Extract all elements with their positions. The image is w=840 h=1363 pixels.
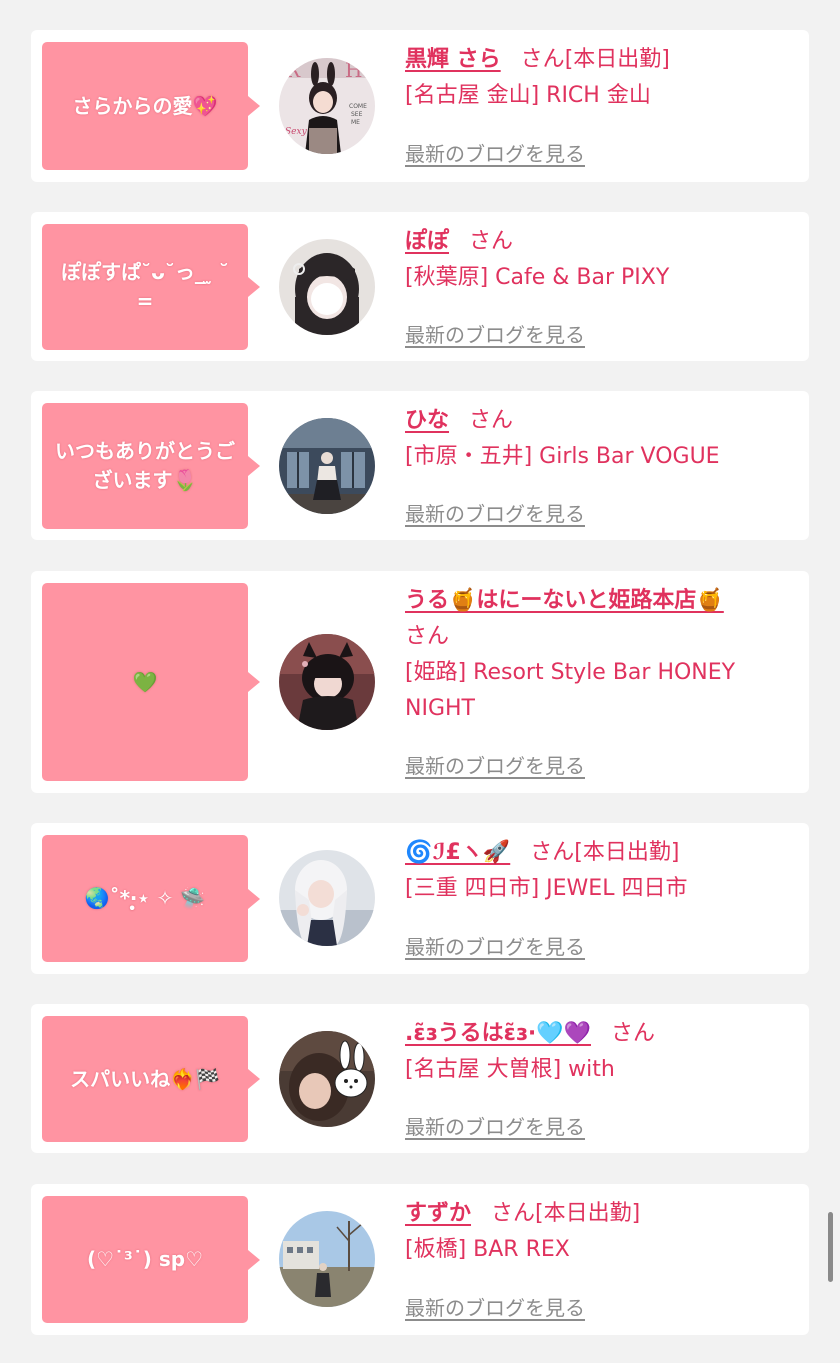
- attendance-status: [本日出勤]: [564, 47, 670, 72]
- latest-blog-link[interactable]: 最新のブログを見る: [405, 750, 585, 779]
- honorific: さん: [530, 840, 575, 865]
- message-text: 🌏˚*‧̩̥⋆ ✧ 🛸: [84, 886, 206, 910]
- message-bubble: ぽぽすぱ˘ᴗ˘っ_ ̫ ˘ =: [42, 224, 260, 350]
- cast-info: 黒輝 さら さん[本日出勤] [名古屋 金山] RICH 金山: [405, 42, 795, 114]
- cast-name-link[interactable]: ひな: [405, 408, 449, 433]
- cast-info: うる🍯はにーないと姫路本店🍯 さん [姫路] Resort Style Bar H…: [405, 583, 795, 727]
- svg-text:R: R: [285, 58, 301, 82]
- avatar[interactable]: [279, 418, 375, 514]
- shop-name: [秋葉原] Cafe & Bar PIXY: [405, 265, 670, 290]
- avatar[interactable]: [279, 1211, 375, 1307]
- message-text: さらからの愛💖: [72, 93, 218, 118]
- list-item: ぽぽすぱ˘ᴗ˘っ_ ̫ ˘ = ぽぽ さん [秋葉原] Cafe & Bar PI…: [31, 212, 809, 361]
- honorific: さん: [469, 408, 514, 433]
- scrollbar[interactable]: [828, 1212, 833, 1282]
- message-bubble: 💚: [42, 583, 260, 781]
- cast-name-link[interactable]: うる🍯はにーないと姫路本店🍯: [405, 588, 724, 613]
- avatar[interactable]: [279, 1031, 375, 1127]
- name-line: ひな さん: [405, 403, 795, 439]
- latest-blog-link[interactable]: 最新のブログを見る: [405, 1292, 585, 1321]
- name-line: 🌀ℐ£ヽ🚀 さん[本日出勤]: [405, 835, 795, 871]
- message-text: (♡˙³˙) sp♡: [86, 1247, 204, 1271]
- attendance-status: [本日出勤]: [574, 840, 680, 865]
- cast-name-link[interactable]: .ɛ̃ɜうるはɛ̃ɜ·🩵💜: [405, 1021, 591, 1046]
- svg-text:COME: COME: [349, 103, 367, 110]
- latest-blog-link[interactable]: 最新のブログを見る: [405, 138, 585, 167]
- cast-info: ひな さん [市原・五井] Girls Bar VOGUE: [405, 403, 795, 475]
- cast-message-list: さらからの愛💖 R H COME SEE ME Sexy 黒輝 さらさん[本日: [0, 0, 840, 1363]
- cast-name-link[interactable]: 🌀ℐ£ヽ🚀: [405, 840, 510, 865]
- avatar[interactable]: R H COME SEE ME Sexy: [279, 58, 375, 154]
- name-line: ぽぽ さん: [405, 224, 795, 260]
- cast-info: 🌀ℐ£ヽ🚀 さん[本日出勤] [三重 四日市] JEWEL 四日市: [405, 835, 795, 907]
- shop-name: [名古屋 金山] RICH 金山: [405, 83, 651, 108]
- list-item: 💚 うる🍯はにーないと姫路本店🍯 さん [姫路] Resort Style Bar…: [31, 571, 809, 793]
- latest-blog-link[interactable]: 最新のブログを見る: [405, 931, 585, 960]
- message-text: ぽぽすぱ˘ᴗ˘っ_ ̫ ˘ =: [61, 260, 229, 313]
- message-text: いつもありがとうございます🌷: [55, 439, 235, 492]
- list-item: さらからの愛💖 R H COME SEE ME Sexy 黒輝 さらさん[本日: [31, 30, 809, 182]
- message-bubble: いつもありがとうございます🌷: [42, 403, 260, 529]
- list-item: (♡˙³˙) sp♡ すずか さん[本日出勤] [板橋] BAR REX 最新のブ…: [31, 1184, 809, 1335]
- avatar[interactable]: [279, 634, 375, 730]
- message-text: 💚: [132, 669, 158, 694]
- avatar[interactable]: [279, 850, 375, 946]
- message-bubble: 🌏˚*‧̩̥⋆ ✧ 🛸: [42, 835, 260, 962]
- svg-text:H: H: [345, 58, 362, 82]
- svg-text:SEE: SEE: [351, 111, 363, 118]
- shop-name: [三重 四日市] JEWEL 四日市: [405, 876, 688, 901]
- list-item: スパいいね❤️‍🔥🏁 .ɛ̃ɜうるはɛ̃ɜ·🩵💜 さん [名古屋 大曽根] wit…: [31, 1004, 809, 1153]
- cast-info: .ɛ̃ɜうるはɛ̃ɜ·🩵💜 さん [名古屋 大曽根] with: [405, 1016, 795, 1088]
- message-text: スパいいね❤️‍🔥🏁: [70, 1066, 220, 1091]
- name-line: 黒輝 さら さん[本日出勤]: [405, 42, 795, 78]
- cast-name-link[interactable]: 黒輝 さら: [405, 47, 501, 72]
- message-bubble: スパいいね❤️‍🔥🏁: [42, 1016, 260, 1142]
- cast-name-link[interactable]: すずか: [405, 1201, 471, 1226]
- latest-blog-link[interactable]: 最新のブログを見る: [405, 1111, 585, 1140]
- name-line: うる🍯はにーないと姫路本店🍯 さん: [405, 583, 795, 655]
- honorific: さん: [491, 1201, 536, 1226]
- shop-name: [姫路] Resort Style Bar HONEY NIGHT: [405, 660, 736, 721]
- honorific: さん: [610, 1021, 655, 1046]
- shop-name: [板橋] BAR REX: [405, 1237, 570, 1262]
- cast-info: ぽぽ さん [秋葉原] Cafe & Bar PIXY: [405, 224, 795, 296]
- honorific: さん: [469, 229, 514, 254]
- message-bubble: (♡˙³˙) sp♡: [42, 1196, 260, 1323]
- list-item: 🌏˚*‧̩̥⋆ ✧ 🛸 🌀ℐ£ヽ🚀 さん[本日出勤] [三重 四日市] JEWEL…: [31, 823, 809, 974]
- attendance-status: [本日出勤]: [535, 1201, 641, 1226]
- message-bubble: さらからの愛💖: [42, 42, 260, 170]
- list-item: いつもありがとうございます🌷 ひな さん [市原・五井] Girls Bar VO…: [31, 391, 809, 540]
- avatar[interactable]: [279, 239, 375, 335]
- honorific: さん: [405, 624, 450, 649]
- cast-info: すずか さん[本日出勤] [板橋] BAR REX: [405, 1196, 795, 1268]
- shop-name: [名古屋 大曽根] with: [405, 1057, 615, 1082]
- latest-blog-link[interactable]: 最新のブログを見る: [405, 498, 585, 527]
- cast-name-link[interactable]: ぽぽ: [405, 229, 449, 254]
- honorific: さん: [520, 47, 565, 72]
- name-line: すずか さん[本日出勤]: [405, 1196, 795, 1232]
- svg-text:ME: ME: [351, 119, 360, 126]
- name-line: .ɛ̃ɜうるはɛ̃ɜ·🩵💜 さん: [405, 1016, 795, 1052]
- latest-blog-link[interactable]: 最新のブログを見る: [405, 319, 585, 348]
- svg-text:Sexy: Sexy: [285, 127, 308, 137]
- shop-name: [市原・五井] Girls Bar VOGUE: [405, 444, 720, 469]
